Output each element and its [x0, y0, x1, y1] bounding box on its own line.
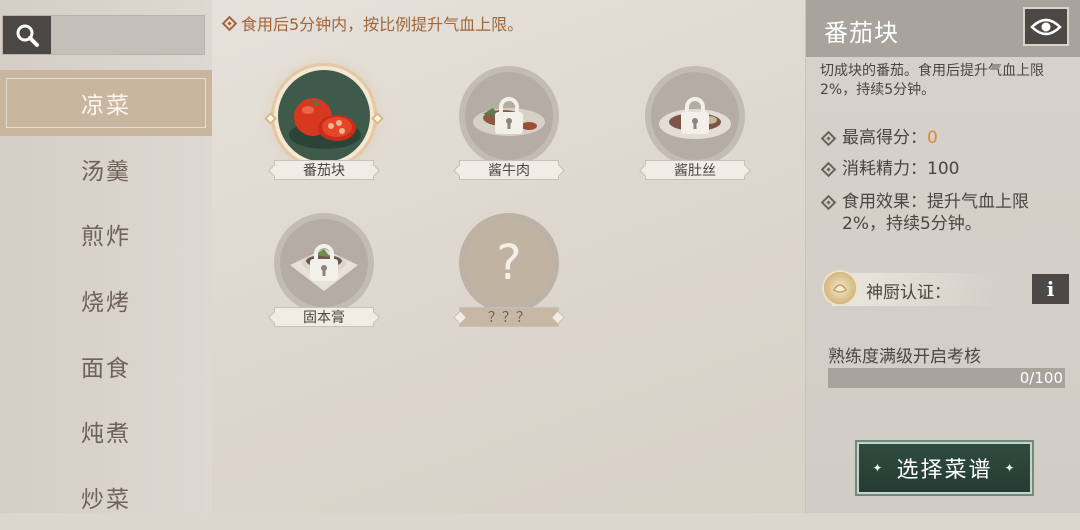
best-score-label: 最高得分：: [842, 128, 927, 148]
lock-icon: [310, 244, 338, 281]
category-tab-mianshi[interactable]: 面食: [0, 333, 212, 399]
preview-button[interactable]: [1023, 7, 1069, 46]
dish-image-tomato: [274, 66, 374, 166]
food-effect-text: 食用效果：提升气血上限2%，持续5分钟。: [842, 192, 1029, 234]
dish-card-unknown[interactable]: ? ？？？: [454, 213, 564, 333]
stat-food-effect: 食用效果：提升气血上限2%，持续5分钟。: [820, 191, 1073, 235]
sparkle-left-icon: ✦: [872, 461, 885, 475]
panel-header: 番茄块: [806, 0, 1080, 57]
search-bar[interactable]: [2, 15, 205, 55]
proficiency-progress-text: 0/100: [1019, 369, 1063, 387]
diamond-bullet-icon: [221, 15, 238, 31]
effect-hint: 食用后5分钟内，按比例提升气血上限。: [221, 11, 524, 35]
dish-image-tripe-strips: [645, 66, 745, 166]
search-button[interactable]: [3, 16, 51, 54]
category-list: 凉菜 汤羹 煎炸 烧烤 面食 炖煮 炒菜: [0, 70, 212, 530]
master-chef-certification: 神厨认证：: [818, 270, 1068, 308]
dish-label-tripe-strips: 酱肚丝: [645, 160, 745, 180]
chef-certification-label: 神厨认证：: [866, 283, 951, 303]
dish-card-tripe-strips[interactable]: 酱肚丝: [640, 66, 750, 186]
tomato-icon: [289, 97, 361, 149]
category-tab-shaokao[interactable]: 烧烤: [0, 267, 212, 333]
dish-label-unknown: ？？？: [459, 307, 559, 327]
best-score-value: 0: [927, 128, 938, 148]
dish-label-tomato: 番茄块: [274, 160, 374, 180]
search-icon: [16, 24, 39, 47]
select-recipe-button[interactable]: ✦ 选择菜谱 ✦: [855, 440, 1034, 496]
energy-cost-text: 消耗精力：100: [842, 159, 960, 179]
dish-label-braised-beef: 酱牛肉: [459, 160, 559, 180]
info-button[interactable]: i: [1032, 274, 1069, 304]
effect-hint-text: 食用后5分钟内，按比例提升气血上限。: [241, 15, 524, 34]
category-sidebar: 凉菜 汤羹 煎炸 烧烤 面食 炖煮 炒菜: [0, 0, 212, 513]
recipe-description: 切成块的番茄。食用后提升气血上限2%，持续5分钟。: [820, 63, 1044, 98]
dish-label-guben-paste: 固本膏: [274, 307, 374, 327]
dish-card-tomato[interactable]: 番茄块: [264, 66, 384, 186]
dish-card-braised-beef[interactable]: 酱牛肉: [454, 66, 564, 186]
stat-energy-cost: 消耗精力：100: [820, 158, 1073, 180]
select-recipe-label: 选择菜谱: [896, 458, 993, 483]
category-tab-liangcai[interactable]: 凉菜: [0, 70, 212, 136]
proficiency-label: 熟练度满级开启考核: [828, 347, 981, 367]
question-icon: ?: [496, 235, 522, 291]
category-tab-chaocai[interactable]: 炒菜: [0, 464, 212, 530]
stat-best-score: 最高得分：0: [820, 127, 1073, 149]
chef-badge-icon: [822, 270, 858, 306]
eye-icon: [1030, 18, 1062, 35]
lock-icon: [495, 97, 523, 134]
dish-image-guben-paste: [274, 213, 374, 313]
diamond-bullet-icon: [820, 130, 837, 147]
recipe-title: 番茄块: [824, 19, 899, 47]
recipe-detail-panel: 番茄块 切成块的番茄。食用后提升气血上限2%，持续5分钟。 最高得分：0 消耗精…: [805, 0, 1080, 513]
category-tab-jianzha[interactable]: 煎炸: [0, 201, 212, 267]
recipe-grid-area: 食用后5分钟内，按比例提升气血上限。 番茄块 酱牛肉 酱肚丝 固本膏 ? ？？？: [212, 0, 805, 513]
proficiency-progress-bar: 0/100: [828, 368, 1065, 388]
category-tab-dunzhu[interactable]: 炖煮: [0, 398, 212, 464]
category-tab-tanggeng[interactable]: 汤羹: [0, 136, 212, 202]
dish-image-unknown: ?: [459, 213, 559, 313]
sparkle-right-icon: ✦: [1004, 461, 1017, 475]
diamond-bullet-icon: [820, 161, 837, 178]
dish-card-guben-paste[interactable]: 固本膏: [269, 213, 379, 333]
lock-icon: [681, 97, 709, 134]
diamond-bullet-icon: [820, 194, 837, 211]
dish-image-braised-beef: [459, 66, 559, 166]
